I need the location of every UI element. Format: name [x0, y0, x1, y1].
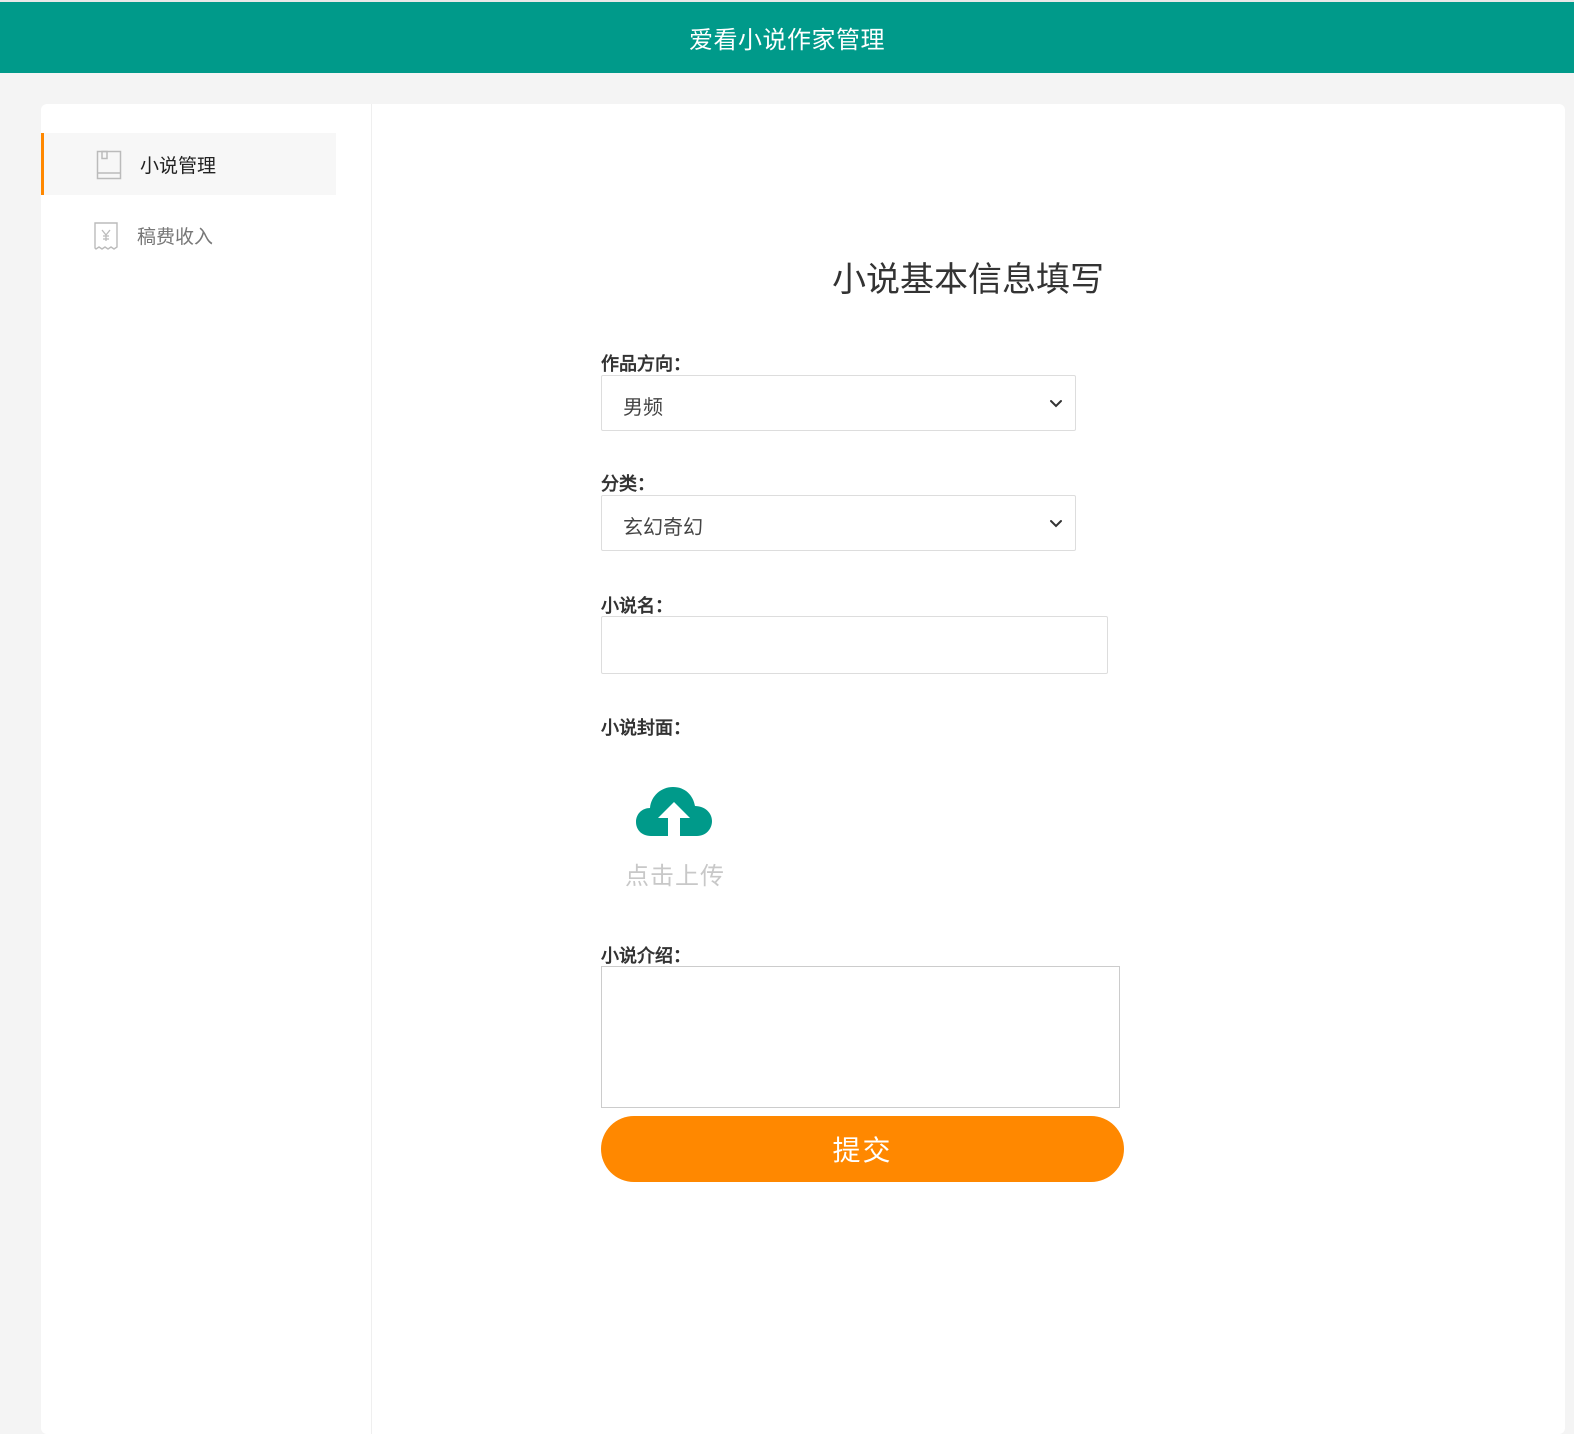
chevron-down-icon: [1050, 520, 1062, 528]
book-icon: [96, 150, 122, 180]
sidebar-item-novel-management[interactable]: 小说管理: [41, 133, 336, 195]
main-panel: 小说管理 稿费收入 小说基本信息填写 作品方向： 男频 分类： 玄幻奇幻 小说名…: [41, 104, 1565, 1434]
direction-select-value: 男频: [623, 395, 663, 419]
novel-intro-label: 小说介绍：: [601, 946, 691, 967]
novel-name-input[interactable]: [601, 616, 1108, 674]
form-title: 小说基本信息填写: [832, 260, 1104, 300]
submit-button[interactable]: 提交: [601, 1116, 1124, 1182]
novel-intro-textarea[interactable]: [601, 966, 1120, 1108]
sidebar-item-royalty-income[interactable]: 稿费收入: [41, 204, 336, 266]
receipt-yen-icon: [94, 222, 118, 250]
chevron-down-icon: [1050, 400, 1062, 408]
cover-upload-button[interactable]: 点击上传: [619, 784, 731, 894]
sidebar: 小说管理 稿费收入: [41, 104, 372, 1434]
category-select[interactable]: 玄幻奇幻: [601, 495, 1076, 551]
category-select-value: 玄幻奇幻: [623, 515, 703, 539]
novel-name-label: 小说名：: [601, 596, 673, 617]
direction-select[interactable]: 男频: [601, 375, 1076, 431]
novel-cover-label: 小说封面：: [601, 718, 691, 739]
upload-text: 点击上传: [625, 862, 725, 890]
sidebar-item-label: 小说管理: [140, 154, 217, 177]
category-label: 分类：: [601, 474, 655, 495]
direction-label: 作品方向：: [601, 354, 691, 375]
top-header: 爱看小说作家管理: [0, 0, 1574, 73]
app-title: 爱看小说作家管理: [689, 26, 885, 54]
cloud-upload-icon: [636, 787, 712, 836]
sidebar-item-label: 稿费收入: [137, 225, 214, 248]
